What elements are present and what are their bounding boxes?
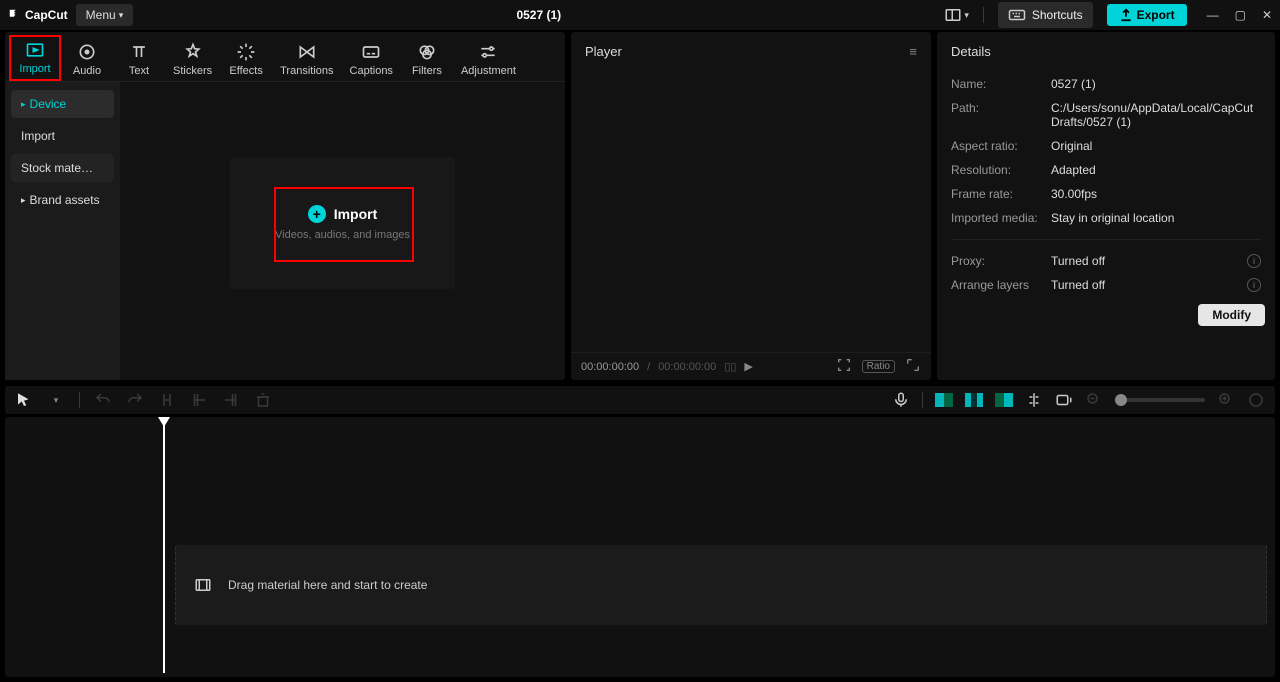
compare-icon[interactable]: ▯▯ <box>724 360 736 373</box>
layout-icon[interactable]: ▾ <box>944 6 969 24</box>
magnet-right-icon[interactable] <box>995 391 1013 409</box>
effects-icon <box>236 42 256 62</box>
preview-icon[interactable] <box>1055 391 1073 409</box>
detail-aspect: Aspect ratio: Original <box>951 139 1261 153</box>
player-viewport <box>571 71 931 352</box>
details-header: Details <box>951 44 991 59</box>
import-subtitle: Videos, audios, and images <box>275 229 410 241</box>
timeline-toolbar: ▾ <box>5 386 1275 414</box>
media-icon <box>194 576 212 594</box>
minimize-button[interactable]: — <box>1207 8 1219 22</box>
media-sidebar: ▸ Device Import Stock mate… ▸ Brand asse… <box>5 82 120 380</box>
delete-icon[interactable] <box>254 391 272 409</box>
fullscreen-icon[interactable] <box>905 357 921 376</box>
player-header: Player <box>585 44 622 59</box>
trim-left-icon[interactable] <box>190 391 208 409</box>
pointer-tool-icon[interactable] <box>15 391 33 409</box>
magnet-left-icon[interactable] <box>935 391 953 409</box>
tool-tabs: Import Audio Text Stickers <box>5 32 565 82</box>
chevron-right-icon: ▸ <box>21 195 26 206</box>
export-button[interactable]: Export <box>1107 4 1187 26</box>
sidebar-item-device[interactable]: ▸ Device <box>11 90 114 118</box>
play-icon[interactable]: ▶ <box>744 360 752 373</box>
project-title: 0527 (1) <box>141 8 936 22</box>
sidebar-item-import[interactable]: Import <box>11 122 114 150</box>
app-logo: CapCut <box>8 8 68 22</box>
details-panel: Details Name: 0527 (1) Path: C:/Users/so… <box>937 32 1275 380</box>
zoom-in-icon[interactable] <box>1217 391 1235 409</box>
trim-right-icon[interactable] <box>222 391 240 409</box>
info-icon[interactable]: i <box>1247 278 1261 292</box>
time-total: 00:00:00:00 <box>658 361 716 373</box>
playhead[interactable] <box>163 423 165 673</box>
close-button[interactable]: ✕ <box>1262 8 1272 22</box>
tab-adjustment[interactable]: Adjustment <box>453 35 524 81</box>
info-icon[interactable]: i <box>1247 254 1261 268</box>
tool-dropdown-icon[interactable]: ▾ <box>47 391 65 409</box>
filters-icon <box>417 42 437 62</box>
sidebar-item-brand[interactable]: ▸ Brand assets <box>11 186 114 214</box>
bullet-icon: ▸ <box>21 99 26 110</box>
text-icon <box>129 42 149 62</box>
timeline-area[interactable]: Drag material here and start to create <box>5 417 1275 677</box>
split-icon[interactable] <box>158 391 176 409</box>
zoom-slider[interactable] <box>1115 398 1205 402</box>
detail-name: Name: 0527 (1) <box>951 77 1261 91</box>
adjustment-icon <box>478 42 498 62</box>
highlight-box <box>274 187 414 262</box>
audio-icon <box>77 42 97 62</box>
modify-button[interactable]: Modify <box>1198 304 1265 326</box>
tab-audio[interactable]: Audio <box>61 35 113 81</box>
player-menu-icon[interactable]: ≡ <box>909 44 917 59</box>
align-icon[interactable] <box>1025 391 1043 409</box>
redo-icon[interactable] <box>126 391 144 409</box>
zoom-fit-icon[interactable] <box>1247 391 1265 409</box>
detail-resolution: Resolution: Adapted <box>951 163 1261 177</box>
detail-framerate: Frame rate: 30.00fps <box>951 187 1261 201</box>
transitions-icon <box>297 42 317 62</box>
undo-icon[interactable] <box>94 391 112 409</box>
detail-layers: Arrange layers Turned off i <box>951 278 1261 292</box>
shortcuts-button[interactable]: Shortcuts <box>998 2 1093 28</box>
menu-button[interactable]: Menu ▾ <box>76 4 134 26</box>
focus-icon[interactable] <box>836 357 852 376</box>
tab-effects[interactable]: Effects <box>220 35 272 81</box>
import-title: Import <box>334 206 378 222</box>
tab-stickers[interactable]: Stickers <box>165 35 220 81</box>
titlebar: CapCut Menu ▾ 0527 (1) ▾ Shortcuts Expor… <box>0 0 1280 30</box>
tab-captions[interactable]: Captions <box>342 35 401 81</box>
time-current: 00:00:00:00 <box>581 361 639 373</box>
player-panel: Player ≡ 00:00:00:00 / 00:00:00:00 ▯▯ ▶ … <box>571 32 931 380</box>
maximize-button[interactable]: ▢ <box>1235 8 1246 22</box>
import-icon <box>25 40 45 60</box>
keyboard-icon <box>1008 6 1026 24</box>
captions-icon <box>361 42 381 62</box>
track-lane-empty[interactable]: Drag material here and start to create <box>175 545 1267 625</box>
upload-icon <box>1119 8 1133 22</box>
import-drop-zone[interactable]: + Import Videos, audios, and images <box>230 157 455 289</box>
magnet-center-icon[interactable] <box>965 391 983 409</box>
tab-transitions[interactable]: Transitions <box>272 35 341 81</box>
plus-icon: + <box>308 205 326 223</box>
tab-import[interactable]: Import <box>9 35 61 81</box>
zoom-out-icon[interactable] <box>1085 391 1103 409</box>
sidebar-item-stock[interactable]: Stock mate… <box>11 154 114 182</box>
mic-icon[interactable] <box>892 391 910 409</box>
media-panel: Import Audio Text Stickers <box>5 32 565 380</box>
timeline-hint: Drag material here and start to create <box>228 578 427 592</box>
detail-path: Path: C:/Users/sonu/AppData/Local/CapCut… <box>951 101 1261 129</box>
chevron-down-icon: ▾ <box>119 10 124 21</box>
stickers-icon <box>183 42 203 62</box>
detail-imported-media: Imported media: Stay in original locatio… <box>951 211 1261 225</box>
tab-text[interactable]: Text <box>113 35 165 81</box>
tab-filters[interactable]: Filters <box>401 35 453 81</box>
detail-proxy: Proxy: Turned off i <box>951 254 1261 268</box>
ratio-button[interactable]: Ratio <box>862 360 895 373</box>
